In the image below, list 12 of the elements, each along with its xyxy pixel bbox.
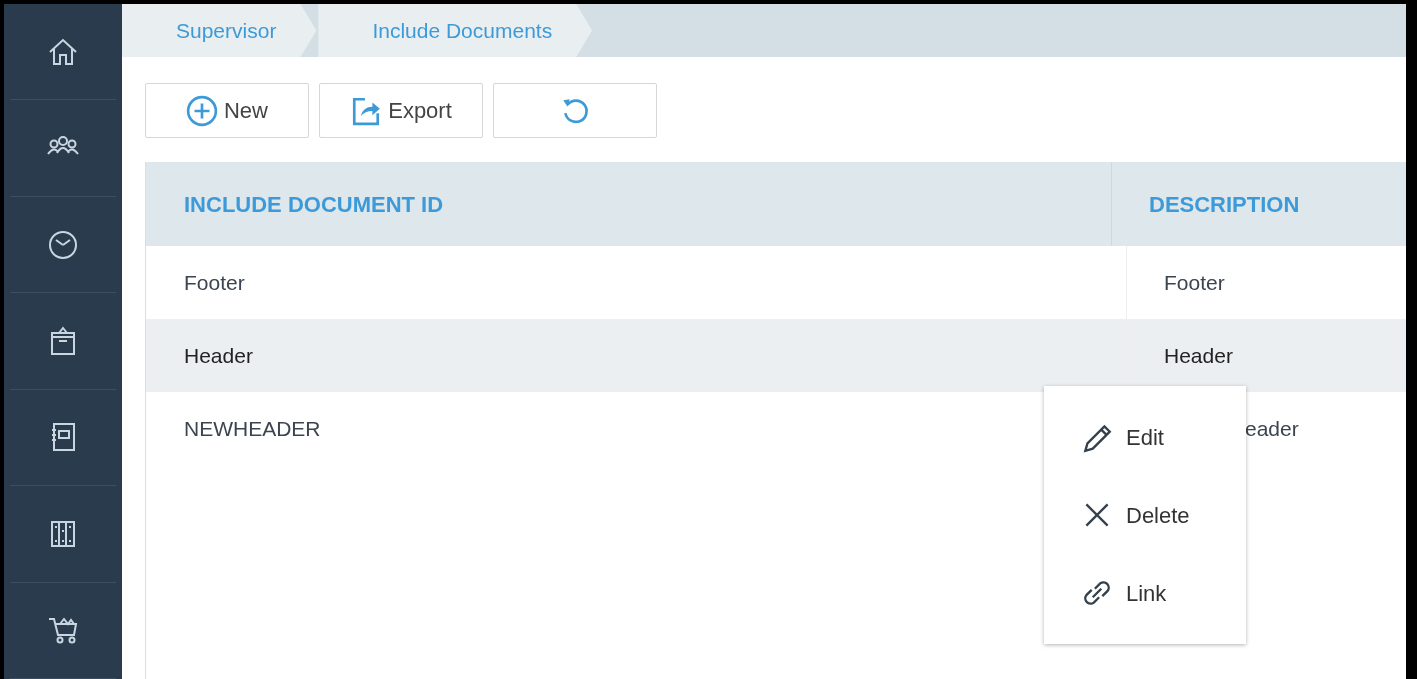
plus-circle-icon [186, 94, 218, 127]
menu-item[interactable]: Edit [1044, 398, 1246, 476]
table-cell-text: eader [1245, 415, 1299, 442]
table-cell: Header [146, 319, 1127, 392]
column-header: DESCRIPTION [1148, 190, 1301, 219]
table-cell-text: Footer [1163, 269, 1226, 296]
column-header: INCLUDE DOCUMENT ID [146, 162, 1112, 246]
menu-item[interactable]: Link [1044, 554, 1246, 632]
export-button[interactable]: Export [319, 83, 483, 138]
menu-item[interactable]: Delete [1044, 476, 1246, 554]
table-cell: Header [1127, 319, 1406, 392]
new-button[interactable]: New [145, 83, 309, 138]
